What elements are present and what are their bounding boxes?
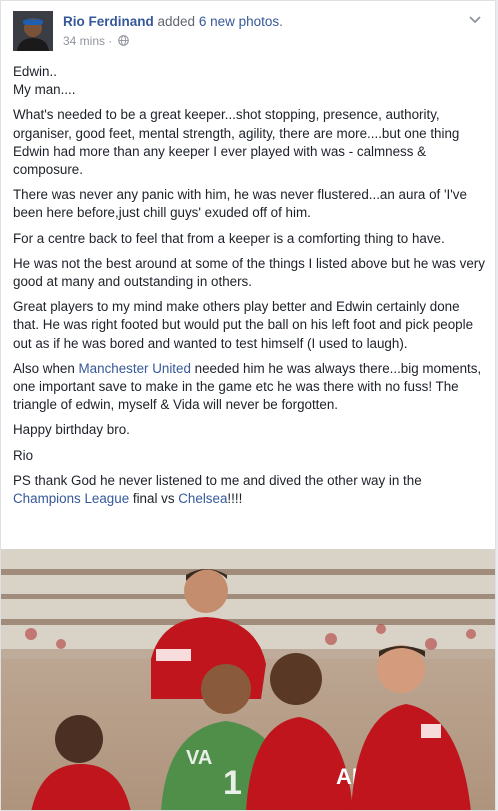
post-text: Edwin.. My man.... What's needed to be a … xyxy=(13,63,487,515)
globe-icon[interactable] xyxy=(117,35,129,46)
post-header: Rio Ferdinand added 6 new photos. 34 min… xyxy=(13,11,483,51)
action-suffix: . xyxy=(279,14,283,29)
paragraph: There was never any panic with him, he w… xyxy=(13,187,467,221)
text-fragment: final vs xyxy=(129,491,179,507)
post-meta: 34 mins · xyxy=(63,34,129,48)
post-action: added 6 new photos. xyxy=(158,14,283,29)
author-line: Rio Ferdinand added 6 new photos. xyxy=(63,14,283,29)
chelsea-link[interactable]: Chelsea xyxy=(178,491,227,506)
paragraph: Rio xyxy=(13,447,34,463)
paragraph: For a centre back to feel that from a ke… xyxy=(13,230,445,246)
manchester-united-link[interactable]: Manchester United xyxy=(79,361,191,376)
paragraph: PS thank God he never listened to me and… xyxy=(13,472,487,508)
meta-separator: · xyxy=(108,34,113,48)
text-fragment: PS thank God he never listened to me and… xyxy=(13,472,422,488)
text-line: Edwin.. xyxy=(13,64,57,79)
champions-league-link[interactable]: Champions League xyxy=(13,491,129,506)
jersey-text: VA xyxy=(186,747,212,769)
paragraph: Great players to my mind make others pla… xyxy=(13,299,474,351)
jersey-number: 1 xyxy=(223,764,242,802)
avatar[interactable] xyxy=(13,11,53,51)
text-line: My man.... xyxy=(13,82,76,98)
chevron-down-icon[interactable] xyxy=(467,11,483,27)
paragraph: Happy birthday bro. xyxy=(13,422,130,438)
paragraph: Also when Manchester United needed him h… xyxy=(13,360,487,415)
feed-post: Rio Ferdinand added 6 new photos. 34 min… xyxy=(0,0,496,811)
text-fragment: Also when xyxy=(13,360,79,376)
action-prefix: added xyxy=(157,14,199,29)
text-fragment: !!!! xyxy=(227,491,243,507)
timestamp[interactable]: 34 mins xyxy=(63,34,105,48)
paragraph: What's needed to be a great keeper...sho… xyxy=(13,107,460,178)
author-name[interactable]: Rio Ferdinand xyxy=(63,14,154,29)
paragraph-greeting: Edwin.. My man.... xyxy=(13,63,487,99)
post-photo[interactable]: VA 1 AIG xyxy=(1,549,495,810)
photos-link[interactable]: 6 new photos xyxy=(199,14,279,29)
paragraph: He was not the best around at some of th… xyxy=(13,255,485,290)
